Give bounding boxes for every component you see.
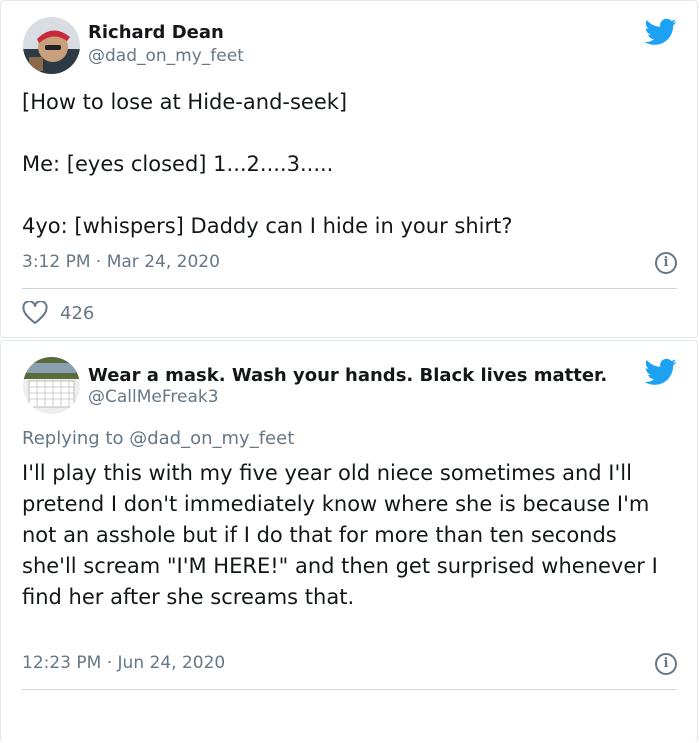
replying-to-link[interactable]: @dad_on_my_feet [129, 428, 294, 449]
author-handle[interactable]: @dad_on_my_feet [88, 46, 244, 66]
like-action[interactable]: 426 [22, 301, 94, 325]
divider [22, 288, 677, 289]
divider [22, 689, 677, 690]
replying-prefix: Replying to [22, 428, 124, 449]
tweet-card: Wear a mask. Wash your hands. Black live… [0, 340, 698, 743]
tweet-text: I'll play this with my five year old nie… [22, 461, 665, 609]
tweet-time: 12:23 PM [22, 653, 102, 673]
meta-separator: · [106, 653, 113, 673]
twitter-bird-icon[interactable] [645, 18, 677, 46]
replying-to: Replying to @dad_on_my_feet [22, 428, 294, 449]
avatar[interactable] [23, 17, 80, 74]
tweet-date: Jun 24, 2020 [117, 653, 226, 673]
info-icon[interactable]: i [655, 252, 677, 274]
avatar[interactable] [23, 357, 80, 414]
like-count: 426 [60, 302, 95, 324]
tweet-text: [How to lose at Hide-and-seek] Me: [eyes… [22, 90, 513, 238]
tweet-date: Mar 24, 2020 [106, 252, 220, 272]
info-icon[interactable]: i [655, 653, 677, 675]
meta-separator: · [95, 252, 102, 272]
author-name[interactable]: Wear a mask. Wash your hands. Black live… [88, 365, 607, 386]
author-name[interactable]: Richard Dean [88, 22, 224, 43]
heart-icon [22, 301, 48, 324]
twitter-bird-icon[interactable] [645, 358, 677, 386]
author-handle[interactable]: @CallMeFreak3 [88, 387, 219, 407]
tweet-time: 3:12 PM [22, 252, 91, 272]
tweet-timestamp[interactable]: 12:23 PM · Jun 24, 2020 [22, 653, 225, 673]
tweet-card: Richard Dean @dad_on_my_feet [How to los… [0, 0, 698, 338]
tweet-timestamp[interactable]: 3:12 PM · Mar 24, 2020 [22, 252, 220, 272]
